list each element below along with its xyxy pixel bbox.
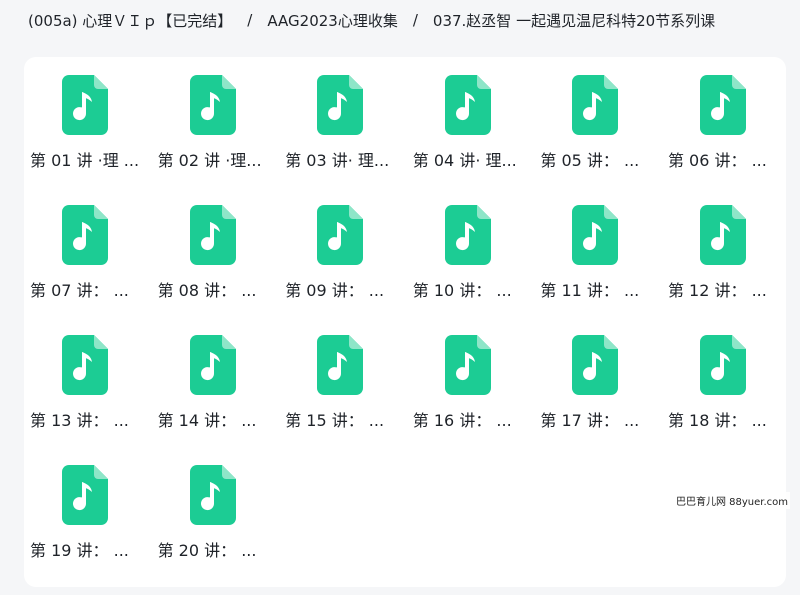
audio-file-icon bbox=[189, 335, 236, 395]
file-name: 第 07 讲： ... bbox=[30, 281, 129, 300]
file-name: 第 03 讲· 理... bbox=[285, 151, 390, 170]
audio-file-icon bbox=[444, 335, 491, 395]
file-item[interactable]: 第 15 讲： ... bbox=[285, 335, 395, 465]
audio-file-icon bbox=[317, 335, 364, 395]
file-item[interactable]: 第 08 讲： ... bbox=[158, 205, 268, 335]
file-name: 第 06 讲： ... bbox=[667, 151, 767, 170]
breadcrumb: (005a) 心理ＶＩｐ【已完结】 / AAG2023心理收集 / 037.赵丞… bbox=[28, 0, 715, 40]
file-item[interactable]: 第 18 讲： ... bbox=[668, 335, 778, 465]
file-name: 第 12 讲： ... bbox=[667, 281, 767, 300]
file-grid: 第 01 讲 ·理 ... 第 02 讲 ·理... 第 03 讲· 理... … bbox=[30, 75, 796, 595]
file-grid-panel: 第 01 讲 ·理 ... 第 02 讲 ·理... 第 03 讲· 理... … bbox=[24, 57, 786, 587]
audio-file-icon bbox=[62, 75, 108, 135]
file-item[interactable]: 第 01 讲 ·理 ... bbox=[30, 75, 140, 205]
watermark: 巴巴育儿网 88yuer.com bbox=[673, 492, 790, 509]
file-name: 第 15 讲： ... bbox=[285, 411, 385, 430]
file-item[interactable]: 第 17 讲： ... bbox=[540, 335, 650, 465]
file-item[interactable]: 第 04 讲· 理... bbox=[413, 75, 523, 205]
file-name: 第 10 讲： ... bbox=[412, 281, 512, 300]
file-name: 第 14 讲： ... bbox=[157, 411, 257, 430]
file-item[interactable]: 第 12 讲： ... bbox=[668, 205, 778, 335]
file-item[interactable]: 第 16 讲： ... bbox=[413, 335, 523, 465]
file-item[interactable]: 第 13 讲： ... bbox=[30, 335, 140, 465]
file-item[interactable]: 第 14 讲： ... bbox=[158, 335, 268, 465]
audio-file-icon bbox=[189, 465, 236, 525]
audio-file-icon bbox=[699, 75, 746, 135]
breadcrumb-separator: / bbox=[412, 11, 418, 29]
file-item[interactable]: 第 10 讲： ... bbox=[413, 205, 523, 335]
file-item[interactable]: 第 02 讲 ·理... bbox=[158, 75, 268, 205]
file-item[interactable]: 第 05 讲： ... bbox=[540, 75, 650, 205]
audio-file-icon bbox=[699, 205, 746, 265]
audio-file-icon bbox=[572, 205, 619, 265]
file-item[interactable]: 第 07 讲： ... bbox=[30, 205, 140, 335]
breadcrumb-separator: / bbox=[247, 11, 253, 29]
file-item[interactable]: 第 09 讲： ... bbox=[285, 205, 395, 335]
audio-file-icon bbox=[699, 335, 746, 395]
file-item[interactable]: 第 20 讲： ... bbox=[158, 465, 268, 595]
file-name: 第 19 讲： ... bbox=[30, 541, 129, 560]
file-item[interactable]: 第 06 讲： ... bbox=[668, 75, 778, 205]
file-name: 第 13 讲： ... bbox=[30, 411, 129, 430]
audio-file-icon bbox=[444, 205, 491, 265]
audio-file-icon bbox=[317, 205, 364, 265]
file-name: 第 05 讲： ... bbox=[540, 151, 640, 170]
audio-file-icon bbox=[189, 75, 236, 135]
file-name: 第 02 讲 ·理... bbox=[157, 151, 262, 170]
file-item[interactable]: 第 11 讲： ... bbox=[540, 205, 650, 335]
breadcrumb-item-current[interactable]: 037.赵丞智 一起遇见温尼科特20节系列课 bbox=[433, 10, 715, 31]
audio-file-icon bbox=[189, 205, 236, 265]
file-name: 第 01 讲 ·理 ... bbox=[30, 151, 140, 170]
file-item[interactable]: 第 03 讲· 理... bbox=[285, 75, 395, 205]
file-name: 第 04 讲· 理... bbox=[412, 151, 517, 170]
audio-file-icon bbox=[572, 335, 619, 395]
file-name: 第 20 讲： ... bbox=[157, 541, 257, 560]
audio-file-icon bbox=[62, 205, 108, 265]
audio-file-icon bbox=[444, 75, 491, 135]
audio-file-icon bbox=[317, 75, 364, 135]
file-name: 第 17 讲： ... bbox=[540, 411, 640, 430]
audio-file-icon bbox=[62, 335, 108, 395]
audio-file-icon bbox=[62, 465, 108, 525]
breadcrumb-item-folder[interactable]: AAG2023心理收集 bbox=[267, 10, 397, 31]
breadcrumb-item-root[interactable]: (005a) 心理ＶＩｐ【已完结】 bbox=[28, 10, 232, 31]
file-name: 第 09 讲： ... bbox=[285, 281, 385, 300]
file-name: 第 08 讲： ... bbox=[157, 281, 257, 300]
audio-file-icon bbox=[572, 75, 619, 135]
file-name: 第 11 讲： ... bbox=[540, 281, 640, 300]
file-item[interactable]: 第 19 讲： ... bbox=[30, 465, 140, 595]
file-name: 第 18 讲： ... bbox=[667, 411, 767, 430]
file-name: 第 16 讲： ... bbox=[412, 411, 512, 430]
